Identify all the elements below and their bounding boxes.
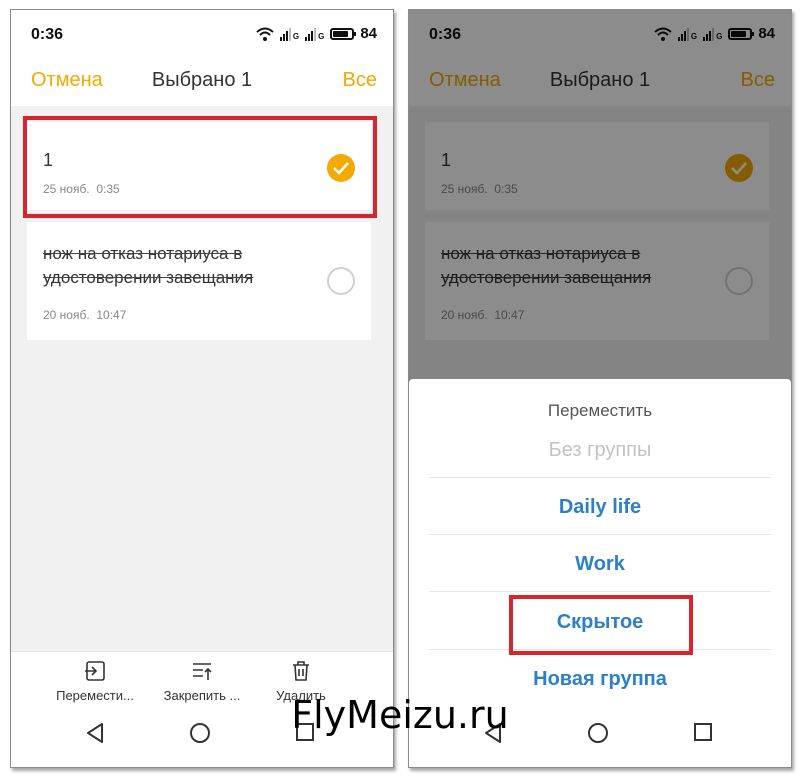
move-to-group-sheet: Переместить Без группы Daily life Work С… bbox=[409, 379, 791, 706]
option-no-group: Без группы bbox=[548, 439, 652, 461]
right-phone-screen: 0:36 G G 84 Выбрано 1 Отмена Все 1 25 но… bbox=[408, 9, 792, 768]
option-new-group[interactable]: Новая группа bbox=[429, 668, 771, 691]
battery-level: 84 bbox=[360, 25, 377, 42]
divider bbox=[429, 477, 771, 478]
screenshot-canvas: 0:36 G G 84 Выбрано 1 Отмена Все 1 25 но… bbox=[0, 0, 800, 777]
signal-icon: G bbox=[305, 27, 324, 41]
hidden-option-highlight-frame bbox=[509, 595, 693, 655]
status-icons: G G 84 bbox=[256, 25, 377, 42]
wifi-icon bbox=[256, 27, 274, 41]
site-watermark: FlyMeizu.ru bbox=[291, 693, 509, 737]
checkbox-unchecked[interactable] bbox=[327, 267, 355, 295]
selection-header: Выбрано 1 Отмена Все bbox=[11, 56, 393, 106]
cancel-button[interactable]: Отмена bbox=[31, 69, 103, 92]
note-body: нож на отказ нотариуса в удостоверении з… bbox=[43, 244, 254, 287]
option-daily-life[interactable]: Daily life bbox=[429, 496, 771, 519]
trash-icon bbox=[293, 661, 309, 681]
signal-icon: G bbox=[279, 27, 299, 41]
option-work[interactable]: Work bbox=[429, 553, 771, 576]
divider bbox=[429, 534, 771, 535]
select-all-button[interactable]: Все bbox=[343, 69, 377, 92]
status-time: 0:36 bbox=[31, 26, 64, 43]
pin-icon bbox=[193, 663, 212, 680]
selection-highlight-frame bbox=[23, 116, 377, 218]
battery-icon bbox=[330, 27, 357, 40]
left-phone-screen: 0:36 G G 84 Выбрано 1 Отмена Все 1 25 но… bbox=[10, 9, 394, 768]
sheet-title: Переместить bbox=[547, 401, 653, 420]
divider bbox=[429, 591, 771, 592]
status-bar: 0:36 G G 84 bbox=[11, 10, 393, 56]
note-date: 20 нояб. 10:47 bbox=[43, 308, 127, 322]
note-card[interactable]: нож на отказ нотариуса в удостоверении з… bbox=[27, 222, 371, 340]
move-icon bbox=[85, 661, 105, 681]
